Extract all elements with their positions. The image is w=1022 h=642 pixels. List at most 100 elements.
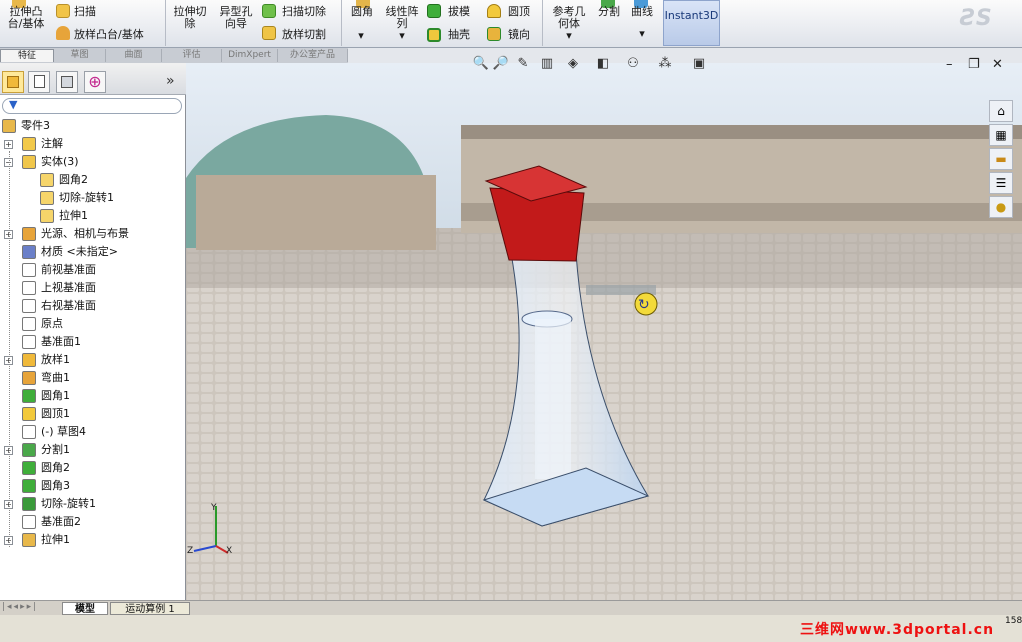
- tab-sketch[interactable]: 草图: [54, 49, 106, 62]
- split-button[interactable]: 分割: [594, 6, 624, 18]
- tree-item[interactable]: 弯曲1: [0, 369, 186, 387]
- tree-item[interactable]: 基准面1: [0, 333, 186, 351]
- graphics-viewport[interactable]: ↻ Y Z X: [186, 63, 1022, 600]
- previous-view-icon[interactable]: ✎: [514, 55, 532, 73]
- expand-toggle[interactable]: +: [4, 140, 13, 149]
- tree-connector-line: [9, 151, 10, 547]
- dimxpert-manager-tab[interactable]: ⊕: [84, 71, 106, 93]
- feature-manager-panel: ⊕ » ▼ 零件3 + 注解 − 实体(3) 圆角2 切除-旋转1 拉伸1 + 光源、相机与布景材…: [0, 63, 186, 600]
- command-tabs: 特征 草图 曲面 评估 DimXpert 办公室产品: [0, 48, 348, 63]
- linear-pattern-button[interactable]: 线性阵列 ▾: [381, 6, 423, 42]
- lights-icon: [22, 227, 36, 241]
- tree-item[interactable]: 切除-旋转1: [0, 189, 186, 207]
- tree-item[interactable]: − 实体(3): [0, 153, 186, 171]
- zoom-to-fit-icon[interactable]: 🔍: [472, 55, 490, 73]
- fillet-dropdown[interactable]: ▾: [356, 30, 366, 42]
- tree-item[interactable]: 圆角2: [0, 171, 186, 189]
- tab-dimxpert[interactable]: DimXpert: [222, 49, 278, 62]
- tab-evaluate[interactable]: 评估: [162, 49, 222, 62]
- property-manager-tab[interactable]: [28, 71, 50, 93]
- mirror-button[interactable]: 镜向: [508, 29, 530, 41]
- plane-icon: [22, 281, 36, 295]
- appearances-icon[interactable]: ●: [989, 196, 1013, 218]
- tab-model[interactable]: 模型: [62, 602, 108, 615]
- tree-filter-input[interactable]: ▼: [2, 98, 182, 114]
- tree-item-label: 零件3: [21, 119, 50, 132]
- body-icon: [40, 173, 54, 187]
- dimxpert-manager-icon: ⊕: [88, 72, 102, 91]
- instant3d-button[interactable]: Instant3D: [663, 0, 720, 46]
- configuration-manager-tab[interactable]: [56, 71, 78, 93]
- tree-item-label: 分割1: [41, 443, 70, 456]
- draft-button[interactable]: 拔模: [448, 6, 470, 18]
- extrude-boss-button[interactable]: 拉伸凸 台/基体: [2, 6, 50, 30]
- lofted-cut-button[interactable]: 放样切割: [282, 29, 326, 41]
- tree-item[interactable]: 前视基准面: [0, 261, 186, 279]
- edit-appearance-icon[interactable]: ⁂: [656, 55, 674, 73]
- zoom-to-area-icon[interactable]: 🔎: [492, 55, 510, 73]
- resources-icon[interactable]: ⌂: [989, 100, 1013, 122]
- loft-boss-icon: [56, 26, 70, 40]
- filter-icon: ▼: [9, 98, 18, 111]
- panel-more-button[interactable]: »: [166, 73, 175, 89]
- tree-item[interactable]: + 注解: [0, 135, 186, 153]
- hole-wizard-button[interactable]: 异型孔 向导: [214, 6, 258, 30]
- tab-features[interactable]: 特征: [0, 49, 54, 62]
- design-library-icon[interactable]: ▦: [989, 124, 1013, 146]
- configuration-manager-icon: [61, 76, 73, 88]
- tree-item[interactable]: 材质 <未指定>: [0, 243, 186, 261]
- shell-icon: [427, 28, 441, 42]
- curves-button[interactable]: 曲线 ▾: [626, 6, 658, 40]
- display-style-icon[interactable]: ◧: [594, 55, 612, 73]
- tree-item-label: 上视基准面: [41, 281, 96, 294]
- sweep-button[interactable]: 扫描: [74, 6, 96, 18]
- mirror-icon: [487, 27, 501, 41]
- ribbon-separator: [341, 0, 342, 46]
- ref-geometry-button[interactable]: 参考几 何体 ▾: [546, 6, 592, 42]
- section-view-icon[interactable]: ▥: [538, 55, 556, 73]
- view-palette-icon[interactable]: ☰: [989, 172, 1013, 194]
- close-icon[interactable]: ✕: [992, 57, 1003, 72]
- tab-surfaces[interactable]: 曲面: [106, 49, 162, 62]
- tree-item[interactable]: 圆角3: [0, 477, 186, 495]
- file-explorer-icon[interactable]: ▬: [989, 148, 1013, 170]
- minimize-icon[interactable]: –: [946, 57, 953, 72]
- tree-item[interactable]: 圆角1: [0, 387, 186, 405]
- tree-item[interactable]: + 光源、相机与布景: [0, 225, 186, 243]
- swept-cut-button[interactable]: 扫描切除: [282, 6, 326, 18]
- hide-show-items-icon[interactable]: ⚇: [624, 55, 642, 73]
- tab-motion-study-1[interactable]: 运动算例 1: [110, 602, 190, 615]
- heads-up-view-toolbar: 🔍 🔎 ✎ ▥ ◈ ◧ ⚇ ⁂ ▣: [470, 53, 726, 75]
- tree-item[interactable]: + 放样1: [0, 351, 186, 369]
- tree-item[interactable]: 圆顶1: [0, 405, 186, 423]
- tree-item[interactable]: 右视基准面: [0, 297, 186, 315]
- tree-item[interactable]: + 拉伸1: [0, 531, 186, 549]
- fillet-button[interactable]: 圆角: [348, 6, 376, 18]
- svg-text:Y: Y: [210, 503, 217, 513]
- tree-item[interactable]: (-) 草图4: [0, 423, 186, 441]
- tree-item-label: 圆角1: [41, 389, 70, 402]
- ribbon-separator: [165, 0, 166, 46]
- extrude-cut-button[interactable]: 拉伸切除: [168, 6, 212, 30]
- loft-boss-button[interactable]: 放样凸台/基体: [74, 29, 144, 41]
- feature-manager-tab[interactable]: [2, 71, 24, 93]
- loft-icon: [22, 353, 36, 367]
- tree-item[interactable]: 圆角2: [0, 459, 186, 477]
- tree-item[interactable]: 零件3: [0, 117, 186, 135]
- fillet-icon: [22, 389, 36, 403]
- tree-item[interactable]: + 切除-旋转1: [0, 495, 186, 513]
- apply-scene-icon[interactable]: ▣: [690, 55, 708, 73]
- tab-nav-arrows[interactable]: |◂◂▸▸|: [2, 602, 60, 615]
- restore-icon[interactable]: ❐: [968, 57, 980, 72]
- view-orientation-icon[interactable]: ◈: [564, 55, 582, 73]
- tab-office-products[interactable]: 办公室产品: [278, 49, 348, 62]
- annotation-icon: [22, 137, 36, 151]
- dome-button[interactable]: 圆顶: [508, 6, 530, 18]
- tree-item[interactable]: 上视基准面: [0, 279, 186, 297]
- shell-button[interactable]: 抽壳: [448, 29, 470, 41]
- ribbon-separator: [542, 0, 543, 46]
- tree-item[interactable]: 原点: [0, 315, 186, 333]
- tree-item[interactable]: + 分割1: [0, 441, 186, 459]
- tree-item[interactable]: 拉伸1: [0, 207, 186, 225]
- tree-item[interactable]: 基准面2: [0, 513, 186, 531]
